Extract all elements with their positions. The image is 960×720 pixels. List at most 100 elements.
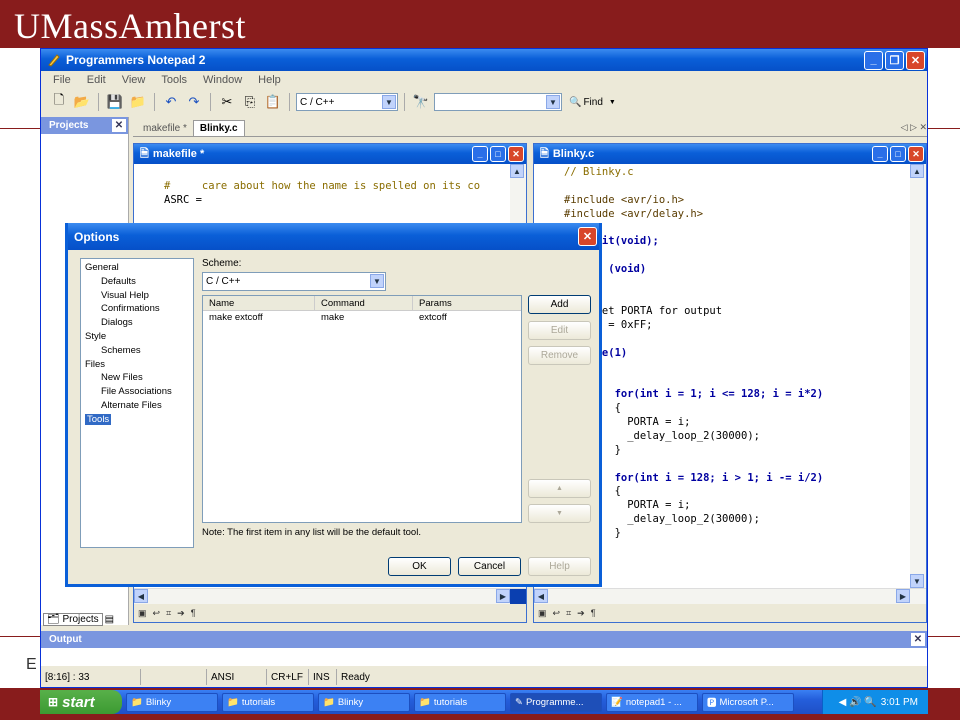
app-titlebar[interactable]: Programmers Notepad 2 _ ❐ ✕	[41, 49, 927, 71]
move-down-button[interactable]: ▼	[528, 504, 591, 523]
tree-item[interactable]: File Associations	[81, 385, 193, 399]
taskbar-task[interactable]: 🅿 Microsoft P...	[702, 692, 794, 712]
taskbar-task[interactable]: 📁 Blinky	[318, 692, 410, 712]
undo-icon[interactable]: ↶	[161, 92, 181, 112]
start-button[interactable]: ⊞ start	[40, 690, 122, 714]
ok-button[interactable]: OK	[388, 557, 451, 576]
menu-edit[interactable]: Edit	[79, 74, 114, 86]
tab-scroll-arrows-icon[interactable]: ◁ ▷ ✕	[901, 122, 927, 136]
menu-tools[interactable]: Tools	[153, 74, 195, 86]
options-titlebar[interactable]: Options ✕	[68, 223, 599, 250]
scroll-up-icon[interactable]: ▲	[910, 164, 924, 178]
menu-window[interactable]: Window	[195, 74, 250, 86]
new-file-icon[interactable]: 🗋	[49, 92, 69, 112]
tab-makefile[interactable]: makefile *	[137, 121, 193, 136]
open-project-icon[interactable]: 📁	[128, 92, 148, 112]
output-panel[interactable]	[41, 648, 927, 666]
view-icon[interactable]: ▣	[138, 608, 147, 619]
find-binoculars-icon[interactable]: 🔭	[411, 92, 431, 112]
files-tab-icon[interactable]: ▤	[105, 614, 114, 625]
blinky-code[interactable]: // Blinky.c #include <avr/io.h> #include <…	[564, 166, 823, 541]
scroll-left-icon[interactable]: ◀	[134, 589, 148, 603]
edit-button[interactable]: Edit	[528, 321, 591, 340]
tree-item[interactable]: Visual Help	[81, 289, 193, 303]
column-name[interactable]: Name	[203, 296, 315, 310]
tray-icons[interactable]: ◀ 🔊 🔍	[839, 697, 877, 708]
taskbar-task[interactable]: 📁 tutorials	[414, 692, 506, 712]
search-combo[interactable]: ▼	[434, 93, 562, 111]
redo-icon[interactable]: ↷	[184, 92, 204, 112]
makefile-code[interactable]: # care about how the name is spelled on …	[164, 166, 480, 208]
find-button[interactable]: 🔍 Find ▼	[569, 97, 616, 108]
remove-button[interactable]: Remove	[528, 346, 591, 365]
wrap-icon[interactable]: ↩	[153, 608, 161, 619]
move-up-button[interactable]: ▲	[528, 479, 591, 498]
close-button[interactable]: ✕	[908, 146, 924, 162]
tree-item[interactable]: Defaults	[81, 275, 193, 289]
tree-item[interactable]: Confirmations	[81, 302, 193, 316]
copy-icon[interactable]: ⎘	[240, 92, 260, 112]
minimize-button[interactable]: _	[872, 146, 888, 162]
paste-icon[interactable]: 📋	[263, 92, 283, 112]
whitespace-icon[interactable]: ⌗	[166, 608, 171, 619]
scroll-right-icon[interactable]: ▶	[896, 589, 910, 603]
table-row[interactable]: make extcoff make extcoff	[203, 311, 521, 325]
tab-projects[interactable]: 🗂 Projects	[43, 612, 103, 626]
wrap-icon[interactable]: ↩	[553, 608, 561, 619]
scroll-up-icon[interactable]: ▲	[510, 164, 524, 178]
column-command[interactable]: Command	[315, 296, 413, 310]
menu-file[interactable]: File	[45, 74, 79, 86]
blinky-titlebar[interactable]: 🗎 Blinky.c _ □ ✕	[534, 144, 926, 164]
tree-item[interactable]: Files	[81, 358, 193, 372]
scheme-select[interactable]: C / C++ ▼	[296, 93, 398, 111]
view-icon[interactable]: ▣	[538, 608, 547, 619]
save-icon[interactable]: 💾	[105, 92, 125, 112]
minimize-button[interactable]: _	[472, 146, 488, 162]
close-icon[interactable]: ✕	[112, 119, 126, 132]
menu-view[interactable]: View	[114, 74, 154, 86]
taskbar-task[interactable]: ✎ Programme...	[510, 692, 602, 712]
code-line: for(int i = 128; i > 1; i -= i/2)	[564, 471, 824, 484]
cut-icon[interactable]: ✂	[217, 92, 237, 112]
task-label: Blinky	[337, 696, 364, 708]
maximize-button[interactable]: □	[890, 146, 906, 162]
horizontal-scrollbar[interactable]: ◀ ▶	[134, 588, 526, 605]
close-button[interactable]: ✕	[578, 227, 597, 246]
vertical-scrollbar[interactable]: ▲ ▼	[910, 164, 926, 588]
horizontal-scrollbar[interactable]: ◀ ▶	[534, 588, 926, 604]
tree-item[interactable]: Tools	[81, 413, 193, 427]
tree-item[interactable]: Style	[81, 330, 193, 344]
tree-item-label: File Associations	[101, 386, 172, 398]
scroll-left-icon[interactable]: ◀	[534, 589, 548, 603]
column-params[interactable]: Params	[413, 296, 521, 310]
scroll-down-icon[interactable]: ▼	[910, 574, 924, 588]
tree-item[interactable]: New Files	[81, 371, 193, 385]
tab-blinky[interactable]: Blinky.c	[192, 120, 245, 136]
help-button[interactable]: Help	[528, 557, 591, 576]
makefile-titlebar[interactable]: 🗎 makefile * _ □ ✕	[134, 144, 526, 164]
maximize-button[interactable]: □	[490, 146, 506, 162]
tree-item[interactable]: Dialogs	[81, 316, 193, 330]
restore-button[interactable]: ❐	[885, 50, 904, 70]
tree-item[interactable]: Alternate Files	[81, 399, 193, 413]
pilcrow-icon[interactable]: ¶	[591, 608, 596, 618]
whitespace-icon[interactable]: ⌗	[566, 608, 571, 619]
pilcrow-icon[interactable]: ¶	[191, 608, 196, 618]
minimize-button[interactable]: _	[864, 50, 883, 70]
close-button[interactable]: ✕	[906, 50, 925, 70]
menu-help[interactable]: Help	[250, 74, 289, 86]
close-button[interactable]: ✕	[508, 146, 524, 162]
taskbar-task[interactable]: 📁 tutorials	[222, 692, 314, 712]
arrow-icon[interactable]: ➔	[577, 608, 585, 619]
taskbar-task[interactable]: 📝 notepad1 - ...	[606, 692, 698, 712]
taskbar-task[interactable]: 📁 Blinky	[126, 692, 218, 712]
cancel-button[interactable]: Cancel	[458, 557, 521, 576]
tree-item[interactable]: Schemes	[81, 344, 193, 358]
scroll-right-icon[interactable]: ▶	[496, 589, 510, 603]
close-icon[interactable]: ✕	[911, 633, 925, 646]
scheme-dropdown[interactable]: C / C++ ▼	[202, 272, 386, 291]
open-folder-icon[interactable]: 📂	[72, 92, 92, 112]
arrow-icon[interactable]: ➔	[177, 608, 185, 619]
tree-item[interactable]: General	[81, 261, 193, 275]
add-button[interactable]: Add	[528, 295, 591, 314]
